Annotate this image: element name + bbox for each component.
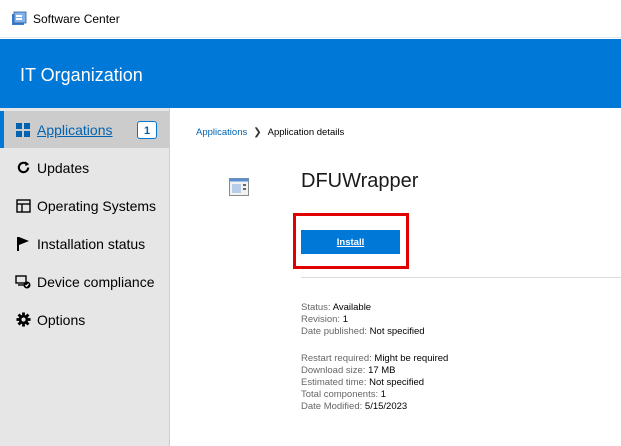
- detail-value: 5/15/2023: [364, 401, 408, 412]
- detail-key: Status:: [301, 302, 331, 313]
- count-badge: 1: [137, 121, 157, 139]
- detail-value: Might be required: [374, 353, 449, 364]
- sidebar-item-label: Applications: [37, 121, 113, 138]
- sidebar-item-label: Device compliance: [37, 273, 155, 290]
- detail-estimated-time: Estimated time: Not specified: [301, 377, 601, 389]
- app-title: DFUWrapper: [301, 170, 419, 192]
- install-button[interactable]: Install: [301, 230, 400, 254]
- main-content: Applications ❯ Application details DFUWr…: [171, 108, 621, 446]
- detail-key: Date published:: [301, 326, 368, 337]
- details-group-primary: Status: Available Revision: 1 Date publi…: [301, 302, 601, 338]
- org-banner: IT Organization: [0, 39, 621, 108]
- software-center-icon: [12, 11, 27, 25]
- window-titlebar: Software Center: [0, 0, 621, 38]
- detail-restart-required: Restart required: Might be required: [301, 353, 601, 365]
- refresh-icon: [15, 160, 31, 176]
- flag-icon: [15, 236, 31, 252]
- windows-stack-icon: [15, 198, 31, 214]
- detail-value: Not specified: [369, 326, 425, 337]
- sidebar-item-label: Operating Systems: [37, 197, 157, 214]
- sidebar-item-installation-status[interactable]: Installation status: [0, 225, 169, 262]
- sidebar-item-applications[interactable]: Applications 1: [0, 111, 169, 148]
- gear-icon: [15, 312, 31, 328]
- sidebar-item-options[interactable]: Options: [0, 301, 169, 338]
- detail-key: Revision:: [301, 314, 341, 325]
- install-button-label: Install: [336, 236, 365, 248]
- window-title: Software Center: [33, 12, 120, 26]
- organization-name: IT Organization: [20, 65, 143, 85]
- apps-grid-icon: [15, 122, 31, 138]
- detail-key: Restart required:: [301, 353, 372, 364]
- divider: [301, 277, 621, 278]
- breadcrumb: Applications ❯ Application details: [196, 127, 344, 138]
- detail-key: Total components:: [301, 389, 379, 400]
- detail-date-modified: Date Modified: 5/15/2023: [301, 401, 601, 413]
- sidebar-item-updates[interactable]: Updates: [0, 149, 169, 186]
- detail-value: 1: [342, 314, 349, 325]
- device-compliance-icon: [15, 274, 31, 290]
- detail-value: 17 MB: [368, 365, 396, 376]
- sidebar-item-label: Installation status: [37, 235, 146, 252]
- detail-value: Not specified: [369, 377, 425, 388]
- detail-status: Status: Available: [301, 302, 601, 314]
- breadcrumb-current: Application details: [267, 127, 345, 138]
- detail-download-size: Download size: 17 MB: [301, 365, 601, 377]
- detail-key: Date Modified:: [301, 401, 363, 412]
- detail-key: Estimated time:: [301, 377, 367, 388]
- detail-key: Download size:: [301, 365, 366, 376]
- details-group-secondary: Restart required: Might be required Down…: [301, 353, 601, 413]
- detail-revision: Revision: 1: [301, 314, 601, 326]
- detail-total-components: Total components: 1: [301, 389, 601, 401]
- sidebar-item-label: Updates: [37, 159, 90, 176]
- sidebar: Applications 1 Updates Operating Systems: [0, 108, 170, 446]
- chevron-right-icon: ❯: [253, 127, 262, 138]
- detail-date-published: Date published: Not specified: [301, 326, 601, 338]
- sidebar-item-operating-systems[interactable]: Operating Systems: [0, 187, 169, 224]
- sidebar-item-label: Options: [37, 311, 86, 328]
- application-icon: [229, 178, 249, 196]
- breadcrumb-applications-link[interactable]: Applications: [196, 127, 247, 138]
- detail-value: 1: [380, 389, 387, 400]
- sidebar-item-device-compliance[interactable]: Device compliance: [0, 263, 169, 300]
- detail-value: Available: [332, 302, 372, 313]
